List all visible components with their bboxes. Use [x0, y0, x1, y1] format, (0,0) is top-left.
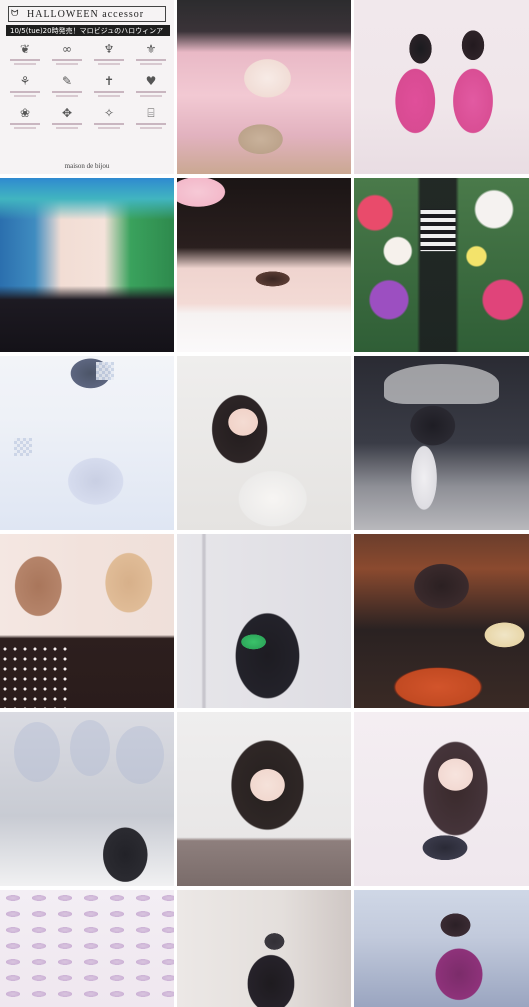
post-pink-track-jackets[interactable] [354, 0, 529, 174]
ad-release-banner: 10/5(tue)20時発売！マロビジュのハロウィンア [6, 25, 170, 36]
post-duo-polka-dots[interactable] [0, 534, 174, 708]
post-phone-selfie-hoodie[interactable] [177, 890, 351, 1007]
ad-item-grid: ❦ ∞ ♆ ⚜ ⚘ ✎ ✝ ♥ ❀ ✥ ✧ ⌸ [6, 42, 170, 158]
ad-brand: maison de bijou [64, 162, 110, 170]
post-manga-cutout-display[interactable] [0, 712, 174, 886]
post-purple-pastry-rows[interactable] [0, 890, 174, 1007]
post-pink-hair-cat-ears[interactable] [177, 0, 351, 174]
bat-icon: ᗢ [11, 8, 20, 18]
post-flower-wall-outfit[interactable] [354, 178, 529, 352]
post-green-hair-hush[interactable] [0, 178, 174, 352]
post-grid: ᗢ HALLOWEEN accessor 10/5(tue)20時発売！マロビジ… [0, 0, 529, 1007]
ad-item: ∞ [48, 42, 86, 72]
ad-item: ⚘ [6, 74, 44, 104]
post-peace-sign-school-uniform[interactable] [354, 712, 529, 886]
ad-item: ♥ [132, 74, 170, 104]
post-sailor-sleeves-pose[interactable] [177, 356, 351, 530]
post-eye-closeup-mask[interactable] [177, 178, 351, 352]
post-masked-purple-outfit[interactable] [354, 890, 529, 1007]
ad-item: ♆ [90, 42, 128, 72]
post-mirror-selfie-tshirt[interactable] [0, 356, 174, 530]
post-ribbon-bangs-claw-pose[interactable] [177, 712, 351, 886]
ad-title: ᗢ HALLOWEEN accessor [8, 6, 166, 22]
ad-item: ⌸ [132, 106, 170, 136]
post-halloween-accessories-ad[interactable]: ᗢ HALLOWEEN accessor 10/5(tue)20時発売！マロビジ… [0, 0, 174, 174]
ad-item: ❦ [6, 42, 44, 72]
ad-item: ✝ [90, 74, 128, 104]
ad-item: ✎ [48, 74, 86, 104]
ad-item: ✧ [90, 106, 128, 136]
ad-item: ❀ [6, 106, 44, 136]
ad-item: ✥ [48, 106, 86, 136]
post-duo-mirror-selfie[interactable] [177, 534, 351, 708]
post-angel-wings-sitting[interactable] [354, 356, 529, 530]
post-hotpot-dinner[interactable] [354, 534, 529, 708]
ad-item: ⚜ [132, 42, 170, 72]
